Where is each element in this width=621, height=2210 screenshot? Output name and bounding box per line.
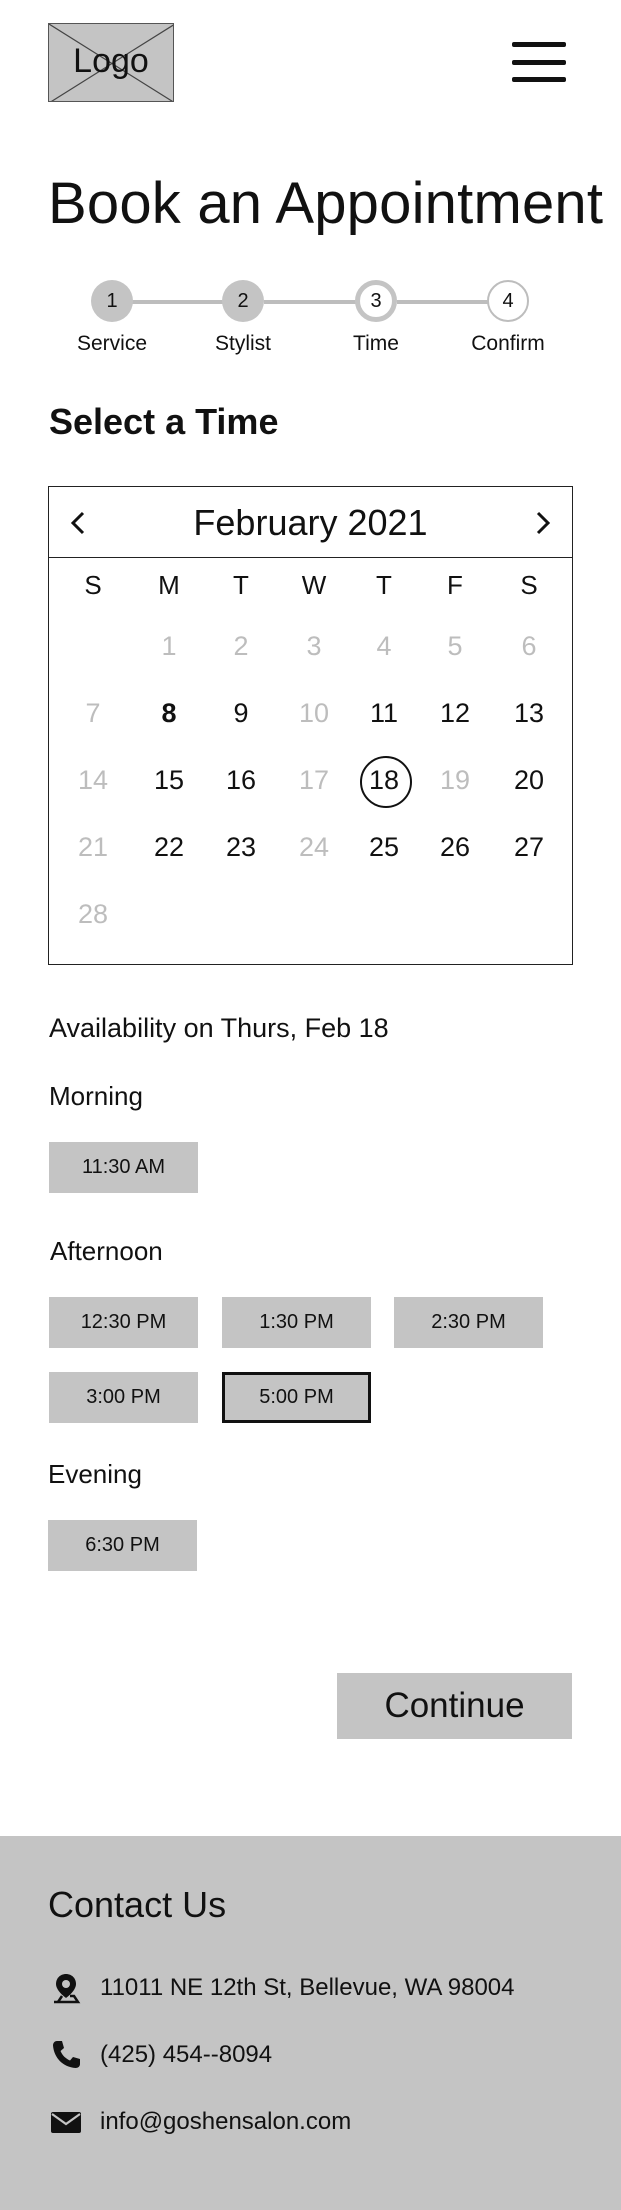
calendar-day: 24: [298, 832, 330, 862]
phone-icon: [53, 2041, 80, 2068]
calendar-day[interactable]: 15: [139, 755, 199, 805]
contact-phone[interactable]: (425) 454--8094: [48, 2037, 272, 2073]
calendar-day[interactable]: 9: [211, 688, 271, 738]
contact-address: 11011 NE 12th St, Bellevue, WA 98004: [48, 1970, 515, 2006]
time-slot[interactable]: 11:30 AM: [49, 1142, 198, 1193]
calendar-day[interactable]: 23: [211, 822, 271, 872]
calendar-day: 4: [376, 631, 392, 661]
calendar-day: 28: [77, 899, 109, 929]
page-title: Book an Appointment: [48, 171, 604, 236]
footer: Contact Us 11011 NE 12th St, Bellevue, W…: [0, 1836, 621, 2210]
calendar-day: 10: [298, 698, 330, 728]
calendar-day: 17: [298, 765, 330, 795]
calendar-day: 6: [521, 631, 537, 661]
calendar-month-label: February 2021: [193, 502, 428, 543]
location-pin-icon: [54, 1974, 81, 2004]
weekday-header: T: [233, 570, 249, 600]
calendar-day: 21: [77, 832, 109, 862]
step-time[interactable]: 3 Time: [316, 280, 436, 356]
calendar-day[interactable]: 16: [211, 755, 271, 805]
calendar-day: 2: [233, 631, 249, 661]
step-stylist[interactable]: 2 Stylist: [183, 280, 303, 356]
step-label: Confirm: [471, 332, 545, 355]
calendar-day: 19: [439, 765, 471, 795]
weekday-header: T: [376, 570, 392, 600]
time-slot[interactable]: 6:30 PM: [48, 1520, 197, 1571]
calendar-day[interactable]: 12: [425, 688, 485, 738]
period-label-evening: Evening: [48, 1459, 142, 1489]
logo[interactable]: Logo: [48, 23, 174, 102]
step-label: Stylist: [214, 332, 271, 355]
calendar: February 2021 S M T W T F S 1 2 3 4 5 6 7 8 9 10 11 12 13 14…: [48, 486, 573, 965]
email-text[interactable]: info@goshensalon.com: [100, 2108, 351, 2136]
calendar-day[interactable]: 11: [354, 688, 414, 738]
continue-button[interactable]: Continue: [337, 1673, 572, 1739]
progress-stepper: 1 Service 2 Stylist 3 Time 4 Confirm: [0, 280, 621, 360]
calendar-day[interactable]: 25: [354, 822, 414, 872]
calendar-day-selected[interactable]: 18: [354, 755, 414, 808]
calendar-day[interactable]: 27: [499, 822, 559, 872]
address-text: 11011 NE 12th St, Bellevue, WA 98004: [100, 1974, 515, 2001]
hamburger-menu-icon[interactable]: [512, 40, 566, 84]
step-service[interactable]: 1 Service: [52, 280, 172, 356]
availability-title: Availability on Thurs, Feb 18: [49, 1013, 389, 1043]
calendar-day: 14: [77, 765, 109, 795]
calendar-day: 3: [306, 631, 322, 661]
step-number: 2: [222, 280, 264, 322]
footer-title: Contact Us: [48, 1884, 227, 1925]
weekday-header: W: [301, 570, 327, 600]
time-slot-selected[interactable]: 5:00 PM: [222, 1372, 371, 1423]
calendar-day[interactable]: 13: [499, 688, 559, 738]
time-slot[interactable]: 1:30 PM: [222, 1297, 371, 1348]
chevron-right-icon[interactable]: [524, 505, 560, 541]
weekday-header: S: [520, 570, 538, 600]
step-number: 1: [91, 280, 133, 322]
calendar-day[interactable]: 22: [139, 822, 199, 872]
step-label: Service: [76, 332, 148, 355]
contact-email[interactable]: info@goshensalon.com: [48, 2104, 351, 2140]
step-number: 4: [487, 280, 529, 322]
weekday-header: S: [84, 570, 102, 600]
calendar-day[interactable]: 8: [139, 688, 199, 738]
logo-text: Logo: [73, 42, 149, 80]
email-icon: [51, 2112, 81, 2133]
period-label-afternoon: Afternoon: [50, 1236, 163, 1266]
weekday-header: F: [447, 570, 463, 600]
section-title: Select a Time: [49, 401, 279, 442]
calendar-day[interactable]: 26: [425, 822, 485, 872]
step-label: Time: [353, 332, 399, 355]
period-label-morning: Morning: [49, 1081, 143, 1111]
weekday-header: M: [158, 570, 180, 600]
time-slot[interactable]: 12:30 PM: [49, 1297, 198, 1348]
step-number: 3: [355, 280, 397, 322]
calendar-day: 1: [161, 631, 177, 661]
phone-text[interactable]: (425) 454--8094: [100, 2041, 272, 2069]
calendar-header: February 2021: [49, 487, 572, 558]
calendar-day: 5: [447, 631, 463, 661]
calendar-day[interactable]: 20: [499, 755, 559, 805]
time-slot[interactable]: 2:30 PM: [394, 1297, 543, 1348]
time-slot[interactable]: 3:00 PM: [49, 1372, 198, 1423]
calendar-day: 7: [85, 698, 101, 728]
step-confirm[interactable]: 4 Confirm: [448, 280, 568, 356]
